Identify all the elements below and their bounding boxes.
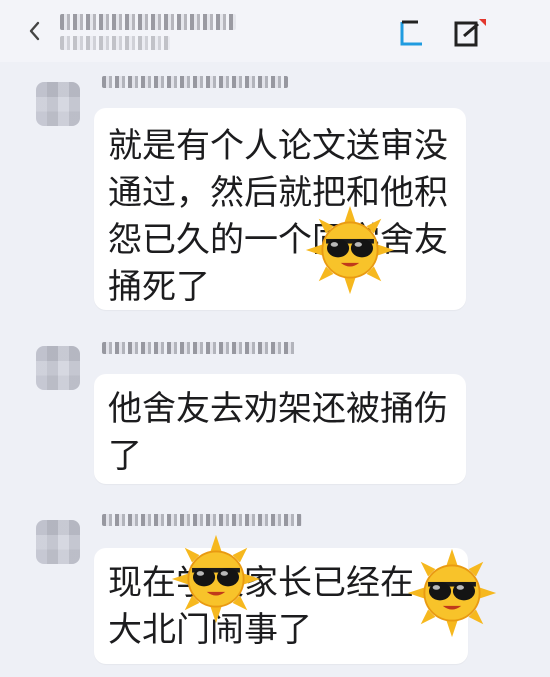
sender-avatar[interactable] <box>36 346 80 390</box>
bracket-icon[interactable] <box>396 18 426 48</box>
message-text: 他舍友去劝架还被捅伤 了 <box>108 389 448 476</box>
sender-avatar[interactable] <box>36 82 80 126</box>
message-text: 现在学校家长已经在 大北门闹事了 <box>108 563 414 650</box>
message-bubble[interactable]: 就是有个人论文送审没 通过，然后就把和他积 怨已久的一个同学舍友 捅死了 <box>94 108 466 310</box>
chat-title-redacted <box>60 14 236 30</box>
sender-name-redacted <box>102 340 296 356</box>
message-bubble[interactable]: 现在学校家长已经在 大北门闹事了 <box>94 548 468 664</box>
message-bubble[interactable]: 他舍友去劝架还被捅伤 了 <box>94 374 466 484</box>
chat-header <box>0 0 550 62</box>
chevron-left-icon[interactable] <box>28 20 40 42</box>
chat-subtitle-redacted <box>60 36 170 50</box>
sender-avatar[interactable] <box>36 520 80 564</box>
sender-name-redacted <box>102 512 302 528</box>
sender-name-redacted <box>102 74 288 90</box>
edit-icon[interactable] <box>452 18 488 48</box>
message-text: 就是有个人论文送审没 通过，然后就把和他积 怨已久的一个同学舍友 捅死了 <box>108 126 448 307</box>
